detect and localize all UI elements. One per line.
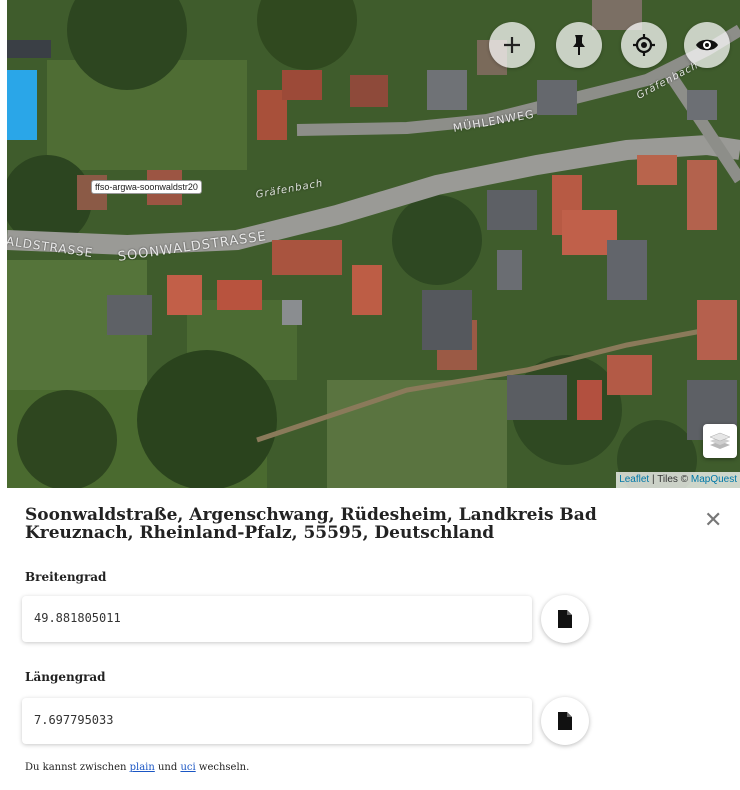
footnote-prefix: Du kannst zwischen [25,762,130,773]
crosshair-icon [633,34,655,56]
map-view[interactable]: ALDSTRASSE SOONWALDSTRASSE MÜHLENWEG Grä… [7,0,740,488]
satellite-imagery [7,0,740,488]
latitude-field[interactable]: 49.881805011 [22,596,532,642]
longitude-value[interactable]: 7.697795033 [34,713,113,727]
copy-longitude-button[interactable] [541,697,589,745]
tiles-provider-link[interactable]: MapQuest [691,474,737,485]
zoom-in-button[interactable] [489,22,535,68]
visibility-button[interactable] [684,22,730,68]
file-copy-icon [558,610,572,628]
pin-button[interactable] [556,22,602,68]
address-heading: Soonwaldstraße, Argenschwang, Rüdesheim,… [25,505,597,543]
plus-icon [504,37,520,53]
file-copy-icon [558,712,572,730]
layers-button[interactable] [703,424,737,458]
leaflet-link[interactable]: Leaflet [619,474,649,485]
footnote-middle: und [154,762,181,773]
longitude-field[interactable]: 7.697795033 [22,698,532,744]
close-button[interactable]: ✕ [704,510,722,532]
copy-latitude-button[interactable] [541,595,589,643]
footnote-suffix: wechseln. [195,762,250,773]
layers-icon [709,432,731,449]
format-switch-note: Du kannst zwischen plain und uci wechsel… [25,762,249,773]
latitude-label: Breitengrad [25,570,107,584]
latitude-value[interactable]: 49.881805011 [34,611,121,625]
attribution-separator: | Tiles © [649,474,691,485]
plain-format-link[interactable]: plain [130,762,155,773]
pushpin-icon [573,35,585,55]
locate-button[interactable] [621,22,667,68]
location-info-panel: Soonwaldstraße, Argenschwang, Rüdesheim,… [0,488,740,790]
uci-format-link[interactable]: uci [180,762,195,773]
eye-icon [696,39,718,51]
longitude-label: Längengrad [25,670,106,684]
node-marker-label[interactable]: ffso-argwa-soonwaldstr20 [91,180,202,194]
map-attribution: Leaflet | Tiles © MapQuest [616,472,740,488]
